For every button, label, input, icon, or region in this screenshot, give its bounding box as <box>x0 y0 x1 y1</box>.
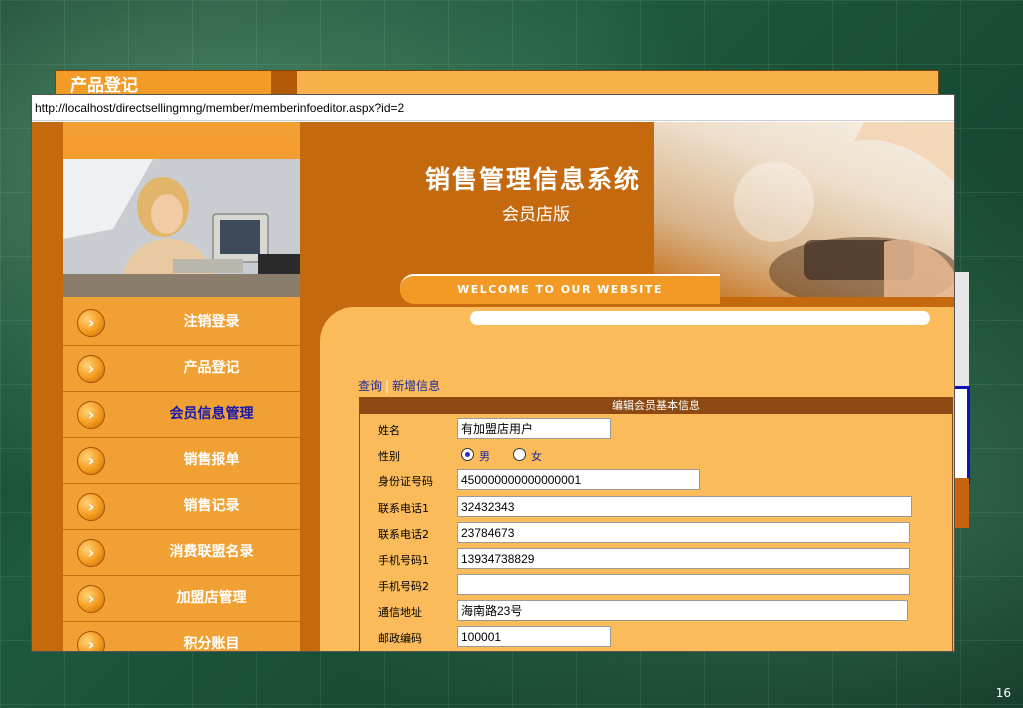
sidebar-nav: › 注销登录 › 产品登记 › 会员信息管理 › 销售报单 › 销售记录 › 消… <box>63 300 300 652</box>
form-row-address: 通信地址 海南路23号 <box>360 600 952 624</box>
sidebar-item-product-registration[interactable]: › 产品登记 <box>63 346 300 392</box>
site-subtitle: 会员店版 <box>502 205 570 225</box>
id-number-label: 身份证号码 <box>378 475 433 488</box>
chevron-right-icon: › <box>77 493 105 521</box>
office-woman-illustration <box>63 159 300 297</box>
form-row-mobile1: 手机号码1 13934738829 <box>360 548 952 572</box>
chevron-right-icon: › <box>77 447 105 475</box>
query-link[interactable]: 查询 <box>358 379 382 393</box>
chevron-right-icon: › <box>77 631 105 651</box>
gender-male-radio[interactable] <box>461 448 474 461</box>
sidebar-item-label: 会员信息管理 <box>169 406 254 422</box>
slide-number: 16 <box>995 686 1011 700</box>
mobile1-field[interactable]: 13934738829 <box>457 548 910 569</box>
address-label: 通信地址 <box>378 606 422 619</box>
sidebar-item-label: 销售报单 <box>183 452 240 468</box>
link-separator: | <box>385 379 390 393</box>
gender-male-label: 男 <box>479 450 490 463</box>
address-field[interactable]: 海南路23号 <box>457 600 908 621</box>
chevron-right-icon: › <box>77 401 105 429</box>
gender-label: 性别 <box>378 450 400 463</box>
action-links: 查询 | 新增信息 <box>358 377 440 394</box>
name-label: 姓名 <box>378 424 400 437</box>
form-row-id-number: 身份证号码 450000000000000001 <box>360 469 952 493</box>
chevron-right-icon: › <box>77 309 105 337</box>
form-row-gender: 性别 男 女 <box>360 444 952 468</box>
form-row-phone2: 联系电话2 23784673 <box>360 522 952 546</box>
postcode-field[interactable]: 100001 <box>457 626 611 647</box>
add-info-link[interactable]: 新增信息 <box>392 379 440 393</box>
form-title: 编辑会员基本信息 <box>360 398 952 414</box>
sidebar-item-label: 积分账目 <box>183 636 240 652</box>
sidebar-item-logout[interactable]: › 注销登录 <box>63 300 300 346</box>
phone2-field[interactable]: 23784673 <box>457 522 910 543</box>
content-top-decoration <box>470 311 930 325</box>
postcode-label: 邮政编码 <box>378 632 422 645</box>
gender-female-label: 女 <box>531 450 542 463</box>
chevron-right-icon: › <box>77 585 105 613</box>
sidebar-item-label: 消费联盟名录 <box>169 544 254 560</box>
sidebar-item-consumer-alliance[interactable]: › 消费联盟名录 <box>63 530 300 576</box>
address-bar[interactable]: http://localhost/directsellingmng/member… <box>32 95 954 121</box>
content-panel: 查询 | 新增信息 编辑会员基本信息 姓名 有加盟店用户 性别 男 女 身份证号码 <box>320 307 954 651</box>
sidebar-item-label: 产品登记 <box>183 360 240 376</box>
web-page: 销售管理信息系统 会员店版 WELCOME TO OUR WEBSITE › 注… <box>32 122 954 651</box>
gender-female-radio[interactable] <box>513 448 526 461</box>
welcome-banner: WELCOME TO OUR WEBSITE <box>400 274 720 304</box>
mobile2-label: 手机号码2 <box>378 580 429 593</box>
phone1-field[interactable]: 32432343 <box>457 496 912 517</box>
sidebar-item-points-account[interactable]: › 积分账目 <box>63 622 300 652</box>
phone1-label: 联系电话1 <box>378 502 429 515</box>
mobile2-field[interactable] <box>457 574 910 595</box>
chevron-right-icon: › <box>77 355 105 383</box>
form-row-mobile2: 手机号码2 <box>360 574 952 598</box>
background-window-title: 产品登记 <box>70 76 138 96</box>
form-row-phone1: 联系电话1 32432343 <box>360 496 952 520</box>
mobile1-label: 手机号码1 <box>378 554 429 567</box>
browser-window: http://localhost/directsellingmng/member… <box>31 94 955 652</box>
site-header: 销售管理信息系统 会员店版 WELCOME TO OUR WEBSITE <box>300 122 954 322</box>
receptionist-photo <box>63 159 300 297</box>
sidebar-top-tab <box>63 137 298 159</box>
phone2-label: 联系电话2 <box>378 528 429 541</box>
form-row-postcode: 邮政编码 100001 <box>360 626 952 650</box>
header-photo-image <box>654 122 954 307</box>
sidebar-item-label: 销售记录 <box>183 498 240 514</box>
sidebar-item-label: 加盟店管理 <box>176 590 247 606</box>
site-title: 销售管理信息系统 <box>425 165 642 194</box>
form-row-name: 姓名 有加盟店用户 <box>360 418 952 442</box>
chevron-right-icon: › <box>77 539 105 567</box>
name-field[interactable]: 有加盟店用户 <box>457 418 611 439</box>
member-edit-form: 编辑会员基本信息 姓名 有加盟店用户 性别 男 女 身份证号码 45000000… <box>359 397 953 651</box>
phone-hand-illustration <box>734 122 954 307</box>
sidebar-item-label: 注销登录 <box>183 314 240 330</box>
sidebar-item-member-info[interactable]: › 会员信息管理 <box>63 392 300 438</box>
id-number-field[interactable]: 450000000000000001 <box>457 469 700 490</box>
sidebar-item-franchise-management[interactable]: › 加盟店管理 <box>63 576 300 622</box>
sidebar-item-sales-report[interactable]: › 销售报单 <box>63 438 300 484</box>
sidebar-item-sales-records[interactable]: › 销售记录 <box>63 484 300 530</box>
